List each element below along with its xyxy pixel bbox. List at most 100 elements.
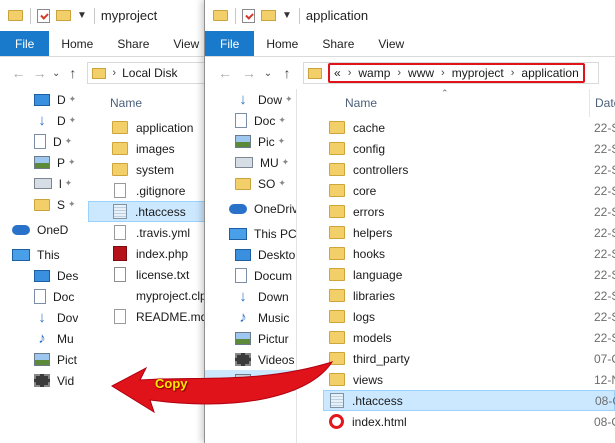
address-bar[interactable]: › Local Disk [87, 62, 211, 84]
file-row[interactable]: core 22-Se [323, 180, 615, 201]
tab-share[interactable]: Share [105, 31, 161, 56]
nav-item[interactable]: Local [205, 370, 296, 391]
breadcrumb-overflow[interactable]: « [334, 66, 341, 80]
file-name: config [353, 141, 386, 156]
file-row[interactable]: README.md [88, 306, 211, 327]
file-row[interactable]: myproject.clp [88, 285, 211, 306]
nav-item[interactable]: SO ✦ [205, 173, 296, 194]
tab-home[interactable]: Home [49, 31, 105, 56]
documents-icon [235, 113, 247, 128]
file-date: 07-O [594, 351, 615, 366]
nav-item[interactable]: Deskto [205, 244, 296, 265]
nav-item[interactable]: OneD [0, 219, 78, 240]
forward-arrow-icon[interactable]: → [29, 65, 50, 81]
nav-item[interactable]: l ✦ [0, 173, 78, 194]
file-row[interactable]: third_party 07-O [323, 348, 615, 369]
nav-item[interactable]: ♪ Music [205, 307, 296, 328]
file-row[interactable]: .gitignore [88, 180, 211, 201]
column-header-name[interactable]: Name [88, 96, 142, 110]
tab-file[interactable]: File [205, 31, 255, 56]
tab-file[interactable]: File [0, 31, 50, 56]
folder-icon [329, 352, 345, 365]
file-row[interactable]: views 12-N [323, 369, 615, 390]
file-row[interactable]: language 22-Se [323, 264, 615, 285]
nav-item[interactable]: ↓ Down [205, 286, 296, 307]
recent-locations-chevron-icon[interactable]: ⌄ [50, 68, 62, 79]
tab-view[interactable]: View [366, 31, 416, 56]
nav-item[interactable]: ↓ D ✦ [0, 110, 78, 131]
nav-item[interactable]: Pict [0, 349, 78, 370]
back-arrow-icon[interactable]: ← [213, 65, 237, 81]
forward-arrow-icon[interactable]: → [237, 65, 261, 81]
nav-item[interactable]: Vid [0, 370, 78, 391]
back-arrow-icon[interactable]: ← [8, 65, 29, 81]
nav-item[interactable]: Doc ✦ [205, 110, 296, 131]
file-row[interactable]: cache 22-Se [323, 117, 615, 138]
nav-item[interactable]: D ✦ [0, 89, 78, 110]
breadcrumb-chevron-icon[interactable]: › [348, 67, 352, 79]
breadcrumb-chevron-icon[interactable]: › [397, 67, 401, 79]
nav-item[interactable]: Des [0, 265, 78, 286]
breadcrumb-www[interactable]: www [408, 66, 434, 80]
file-row[interactable]: index.html 08-O [323, 411, 615, 432]
file-row[interactable]: models 22-Se [323, 327, 615, 348]
nav-item[interactable]: Docum [205, 265, 296, 286]
file-row[interactable]: .htaccess 08-O [323, 390, 615, 411]
file-row[interactable]: license.txt [88, 264, 211, 285]
file-date: 22-Se [594, 267, 615, 282]
nav-item[interactable]: P ✦ [0, 152, 78, 173]
nav-item[interactable]: MU ✦ [205, 152, 296, 173]
breadcrumb-chevron-icon[interactable]: › [511, 67, 515, 79]
nav-item[interactable]: ↓ Dov [0, 307, 78, 328]
new-folder-icon[interactable] [261, 10, 276, 21]
file-row[interactable]: errors 22-Se [323, 201, 615, 222]
new-folder-icon[interactable] [56, 10, 71, 21]
nav-item[interactable]: This PC [205, 223, 296, 244]
recent-locations-chevron-icon[interactable]: ⌄ [261, 68, 275, 79]
folder-icon [329, 163, 345, 176]
file-row[interactable]: system [88, 159, 211, 180]
properties-icon[interactable] [37, 8, 50, 23]
nav-item[interactable]: Videos [205, 349, 296, 370]
nav-item[interactable]: ↓ Dow ✦ [205, 89, 296, 110]
breadcrumb-local-disk[interactable]: Local Disk [122, 66, 177, 80]
column-header-name[interactable]: Name [323, 96, 377, 110]
breadcrumb-chevron-icon[interactable]: › [441, 67, 445, 79]
breadcrumb-application[interactable]: application [521, 66, 578, 80]
file-row[interactable]: config 22-Se [323, 138, 615, 159]
nav-item[interactable]: Doc [0, 286, 78, 307]
file-row[interactable]: .htaccess [88, 201, 211, 222]
file-row[interactable]: application [88, 117, 211, 138]
nav-item[interactable]: This [0, 244, 78, 265]
breadcrumb-chevron-icon[interactable]: › [112, 67, 116, 79]
up-arrow-icon[interactable]: ↑ [62, 65, 83, 81]
file-row[interactable]: helpers 22-Se [323, 222, 615, 243]
breadcrumb-wamp[interactable]: wamp [358, 66, 390, 80]
file-name: models [353, 330, 392, 345]
file-row[interactable]: .travis.yml [88, 222, 211, 243]
customize-quick-access-dropdown-icon[interactable]: ▼ [282, 10, 292, 21]
nav-item[interactable]: OneDriv [205, 198, 296, 219]
file-row[interactable]: libraries 22-Se [323, 285, 615, 306]
breadcrumb-highlight-box: « › wamp › www › myproject › application [328, 63, 585, 83]
file-row[interactable]: images [88, 138, 211, 159]
nav-item[interactable]: Pic ✦ [205, 131, 296, 152]
customize-quick-access-dropdown-icon[interactable]: ▼ [77, 10, 87, 21]
up-arrow-icon[interactable]: ↑ [275, 65, 299, 81]
address-bar[interactable]: « › wamp › www › myproject › application [303, 62, 599, 84]
file-row[interactable]: hooks 22-Se [323, 243, 615, 264]
nav-item[interactable]: Pictur [205, 328, 296, 349]
file-row[interactable]: logs 22-Se [323, 306, 615, 327]
nav-item-label: OneD [37, 222, 69, 237]
tab-share[interactable]: Share [310, 31, 366, 56]
file-row[interactable]: controllers 22-Se [323, 159, 615, 180]
nav-item[interactable]: ♪ Mu [0, 328, 78, 349]
breadcrumb-myproject[interactable]: myproject [452, 66, 504, 80]
file-row[interactable]: index.php [88, 243, 211, 264]
tab-home[interactable]: Home [254, 31, 310, 56]
column-header-date[interactable]: Date [589, 89, 615, 117]
nav-item-label: Down [258, 289, 289, 304]
nav-item[interactable]: D ✦ [0, 131, 78, 152]
properties-icon[interactable] [242, 8, 255, 23]
nav-item[interactable]: S ✦ [0, 194, 78, 215]
